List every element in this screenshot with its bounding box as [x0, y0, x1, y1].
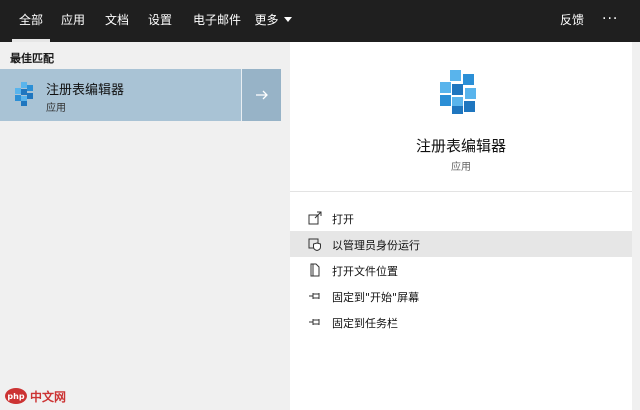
watermark-text: 中文网: [30, 390, 67, 404]
run-as-admin-icon: [308, 238, 321, 251]
chevron-down-icon: [283, 17, 292, 22]
action-open[interactable]: 打开: [290, 205, 632, 231]
tab-label: 应用: [60, 13, 85, 27]
action-pin-to-start[interactable]: 固定到"开始"屏幕: [290, 283, 632, 309]
pin-icon: [309, 319, 320, 325]
tab-all[interactable]: 全部: [12, 0, 50, 42]
open-icon: [308, 211, 322, 225]
php-logo-icon: php: [5, 388, 27, 404]
tab-label: 更多: [254, 13, 279, 27]
action-label: 固定到"开始"屏幕: [332, 291, 420, 304]
action-label: 固定到任务栏: [332, 317, 398, 330]
tab-label: 电子邮件: [192, 13, 241, 27]
best-match-result[interactable]: 注册表编辑器 应用: [0, 69, 241, 121]
more-options-button[interactable]: ···: [602, 0, 618, 42]
registry-editor-icon: [440, 70, 476, 114]
tab-apps[interactable]: 应用: [56, 0, 90, 42]
registry-editor-icon: [15, 82, 33, 106]
tab-label: 文档: [104, 13, 129, 27]
action-label: 打开文件位置: [332, 265, 398, 278]
results-pane: 最佳匹配 注册表编辑器 应用: [0, 42, 283, 410]
search-filter-bar: 全部 应用 文档 设置 电子邮件 更多 反馈 ···: [0, 0, 640, 42]
divider: [290, 191, 632, 192]
tab-settings[interactable]: 设置: [143, 0, 177, 42]
feedback-button[interactable]: 反馈: [560, 0, 584, 42]
file-location-icon: [310, 263, 320, 277]
action-run-as-admin[interactable]: 以管理员身份运行: [290, 231, 632, 257]
result-name: 注册表编辑器: [46, 83, 125, 98]
tab-email[interactable]: 电子邮件: [186, 0, 248, 42]
tab-more[interactable]: 更多: [252, 0, 294, 42]
tab-documents[interactable]: 文档: [100, 0, 134, 42]
action-label: 以管理员身份运行: [332, 239, 420, 252]
action-pin-to-taskbar[interactable]: 固定到任务栏: [290, 309, 632, 335]
section-title-best-match: 最佳匹配: [10, 52, 54, 65]
pin-icon: [309, 293, 320, 299]
result-type: 应用: [46, 103, 66, 114]
detail-app-name: 注册表编辑器: [415, 137, 506, 155]
detail-app-type: 应用: [451, 162, 471, 173]
tab-label: 全部: [18, 13, 43, 27]
arrow-right-icon: [256, 90, 268, 100]
action-label: 打开: [332, 213, 354, 226]
tab-label: 设置: [147, 13, 172, 27]
detail-pane: 注册表编辑器 应用 打开 以管理员身份运行 打开文件位置 固定到"开始"屏幕 固…: [290, 42, 632, 410]
expand-result-button[interactable]: [241, 69, 281, 121]
action-open-file-location[interactable]: 打开文件位置: [290, 257, 632, 283]
svg-text:php: php: [7, 392, 24, 401]
